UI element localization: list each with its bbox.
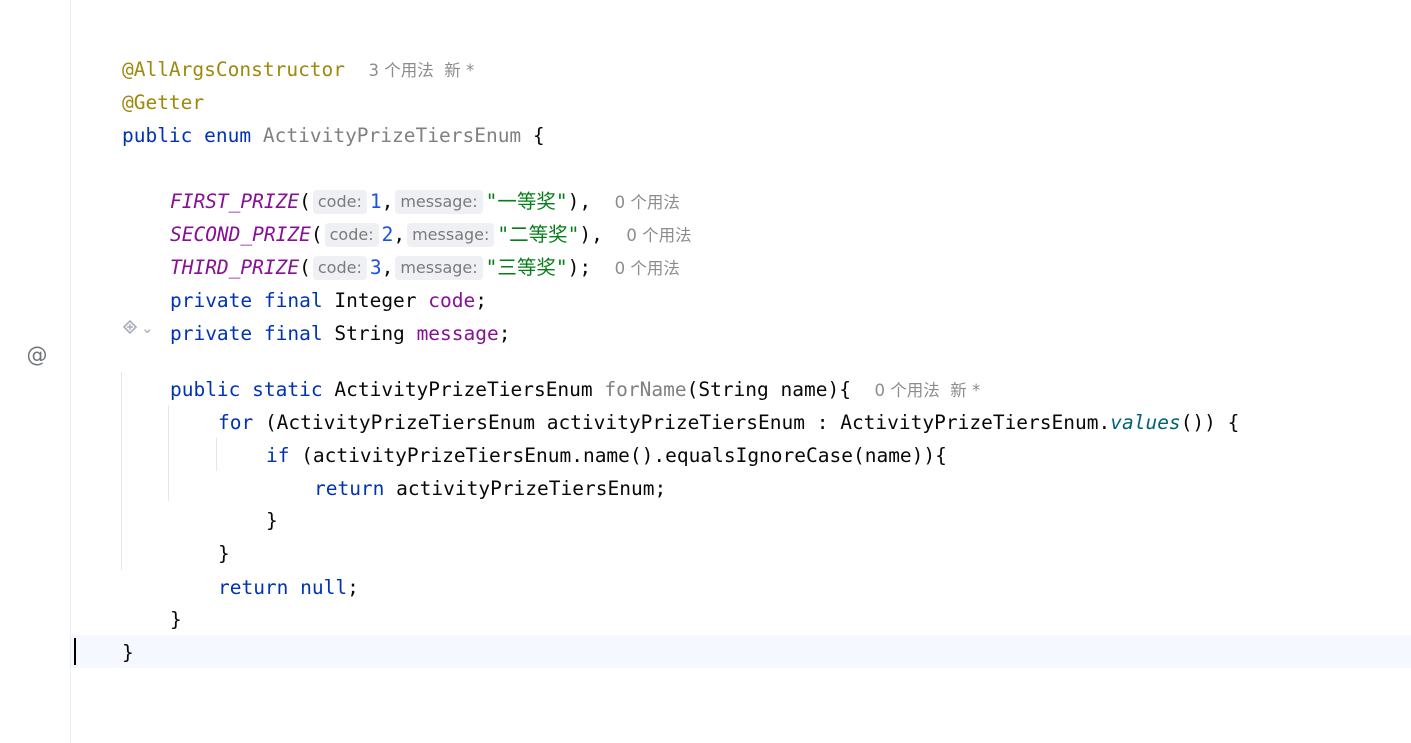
- code-line-16[interactable]: }: [171, 504, 230, 565]
- message-value: "三等奖": [485, 256, 568, 279]
- code-line-11[interactable]: public static ActivityPrizeTiersEnum for…: [123, 340, 980, 401]
- keyword-null: null: [300, 576, 348, 599]
- code-editor[interactable]: @ ⌄ @AllArgsConstructor 3 个用法 新 * @Gette…: [0, 0, 1411, 743]
- code-line-5[interactable]: FIRST_PRIZE(code: 1, message: "一等奖"), 0 个用法: [123, 152, 680, 214]
- keyword-return: return: [217, 576, 289, 599]
- implemented-at-icon[interactable]: @: [25, 343, 49, 367]
- keyword-public: public: [121, 124, 193, 147]
- close-brace: }: [121, 641, 134, 664]
- keyword-enum: enum: [204, 124, 252, 147]
- close-brace: }: [169, 608, 182, 631]
- keyword-return: return: [313, 477, 385, 500]
- usages-hint[interactable]: 3 个用法: [369, 61, 434, 80]
- values-call: values: [1110, 411, 1181, 434]
- close-paren: );: [567, 256, 592, 279]
- indent-guide: [216, 438, 217, 471]
- code-line-9[interactable]: private final String message;: [123, 284, 511, 345]
- code-line-3[interactable]: public enum ActivityPrizeTiersEnum {: [75, 86, 545, 147]
- close-brace: }: [265, 509, 278, 532]
- open-brace: {: [532, 124, 545, 147]
- author-hint[interactable]: 新 *: [444, 61, 474, 80]
- semicolon: ;: [347, 576, 359, 599]
- code-line-12[interactable]: for (ActivityPrizeTiersEnum activityPriz…: [171, 373, 1239, 434]
- enum-name: ActivityPrizeTiersEnum: [262, 124, 522, 147]
- return-expression: activityPrizeTiersEnum;: [384, 477, 667, 500]
- current-line-highlight: [71, 635, 1411, 668]
- for-header-end: ()) {: [1180, 411, 1240, 434]
- indent-guide: [121, 372, 122, 570]
- code-line-18[interactable]: }: [123, 570, 182, 631]
- code-line-15[interactable]: }: [219, 471, 278, 532]
- code-line-13[interactable]: if (activityPrizeTiersEnum.name().equals…: [219, 406, 947, 467]
- at-icon[interactable]: @: [27, 343, 48, 367]
- gutter-divider: [70, 0, 71, 743]
- code-line-17[interactable]: return null;: [171, 538, 359, 599]
- line-gutter: [0, 0, 70, 743]
- indent-guide: [168, 405, 169, 501]
- code-line-8[interactable]: private final Integer code;: [123, 251, 487, 312]
- text-caret: [74, 638, 76, 665]
- code-line-19[interactable]: }: [75, 603, 134, 664]
- code-line-6[interactable]: SECOND_PRIZE(code: 2, message: "二等奖"), 0 个用…: [123, 185, 692, 247]
- code-line-14[interactable]: return activityPrizeTiersEnum;: [267, 439, 666, 500]
- code-line-7[interactable]: THIRD_PRIZE(code: 3, message: "三等奖"); 0 个用法: [123, 218, 680, 280]
- code-line-2[interactable]: @Getter: [75, 53, 204, 114]
- code-line-1[interactable]: @AllArgsConstructor 3 个用法 新 *: [75, 20, 474, 81]
- usages-hint[interactable]: 0 个用法: [615, 259, 680, 278]
